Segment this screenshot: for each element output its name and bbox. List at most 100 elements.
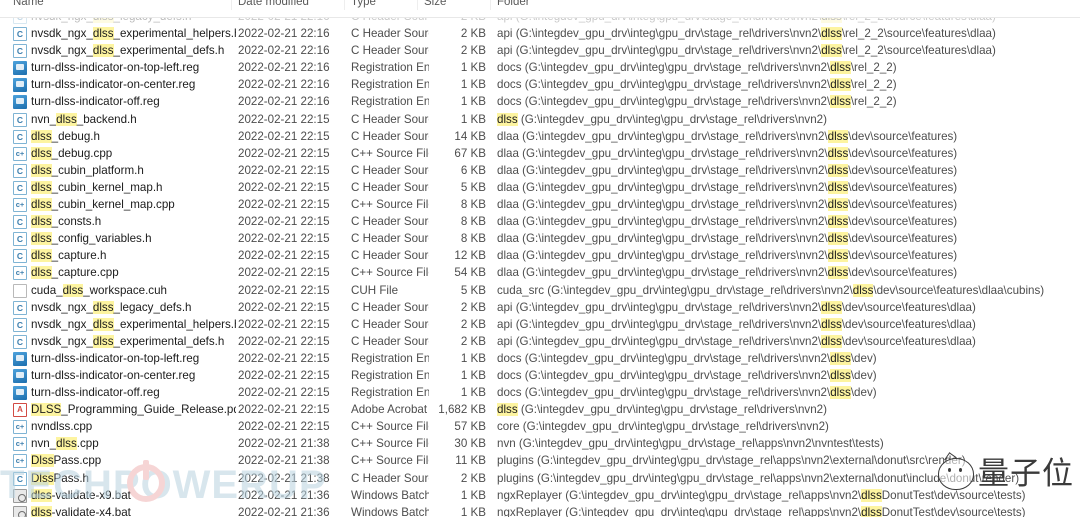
file-name-cell[interactable]: dlss_capture.h xyxy=(31,247,106,264)
file-row[interactable]: turn-dlss-indicator-on-top-left.reg 2022-… xyxy=(0,350,1080,367)
file-name-cell[interactable]: DlssPass.h xyxy=(31,470,89,487)
match-highlight: dlss xyxy=(827,249,849,263)
file-row[interactable]: c+ dlss_debug.cpp 2022-02-21 22:15 C++ Sour… xyxy=(0,145,1080,162)
file-size-cell: 1 KB xyxy=(460,78,486,92)
text-run: _workspace.cuh xyxy=(83,283,167,297)
file-row[interactable]: Cdlss_capture.h 2022-02-21 22:15 C Header … xyxy=(0,247,1080,264)
column-header-type[interactable]: Type xyxy=(351,0,376,8)
file-row[interactable]: Cdlss_cubin_platform.h 2022-02-21 22:15 C … xyxy=(0,162,1080,179)
file-name-cell[interactable]: turn-dlss-indicator-on-top-left.reg xyxy=(31,59,199,76)
text-run: \dev\source\features) xyxy=(848,180,958,194)
file-name-cell[interactable]: turn-dlss-indicator-on-center.reg xyxy=(31,76,195,93)
file-type-cell: Windows Batch File xyxy=(351,505,429,517)
file-row[interactable]: turn-dlss-indicator-on-center.reg 2022-02… xyxy=(0,367,1080,384)
file-name-cell[interactable]: nvsdk_ngx_dlss_legacy_defs.h xyxy=(31,299,192,316)
column-header-folder[interactable]: Folder xyxy=(497,0,530,8)
file-row[interactable]: Cnvsdk_ngx_dlss_experimental_helpers.h 20… xyxy=(0,316,1080,333)
column-header-size[interactable]: Size xyxy=(424,0,446,8)
file-row[interactable]: c+ nvndlss.cpp 2022-02-21 22:15 C++ Source … xyxy=(0,418,1080,435)
file-folder-cell: cuda_src (G:\integdev_gpu_drv\integ\gpu_… xyxy=(497,282,1044,299)
c-header-file-icon: C xyxy=(13,112,27,127)
file-folder-cell: ngxReplayer (G:\integdev_gpu_drv\integ\g… xyxy=(497,504,1025,517)
file-name-cell[interactable]: nvsdk_ngx_dlss_experimental_helpers.h xyxy=(31,316,236,333)
file-row[interactable]: Cdlss_debug.h 2022-02-21 22:15 C Header So… xyxy=(0,128,1080,145)
text-run: Pass.cpp xyxy=(53,454,102,468)
file-name-cell[interactable]: dlss_cubin_platform.h xyxy=(31,162,144,179)
file-row[interactable]: c+ dlss_capture.cpp 2022-02-21 22:15 C++ So… xyxy=(0,264,1080,281)
text-run: nvn_ xyxy=(31,112,57,126)
file-row[interactable]: c+ dlss_cubin_kernel_map.cpp 2022-02-21 22… xyxy=(0,196,1080,213)
file-row[interactable]: Cnvsdk_ngx_dlss_legacy_defs.h2022-02-21 … xyxy=(0,299,1080,316)
file-name-cell[interactable]: dlss_cubin_kernel_map.h xyxy=(31,179,163,196)
file-row[interactable]: Cnvn_dlss_backend.h 2022-02-21 22:15 C Hea… xyxy=(0,111,1080,128)
file-name-cell[interactable]: nvndlss.cpp xyxy=(31,418,92,435)
text-run: _experimental_helpers.h xyxy=(113,317,237,331)
column-header-bar: Name Date modified Type Size Folder xyxy=(0,0,1080,18)
file-row[interactable]: Cnvsdk_ngx_dlss_experimental_defs.h 2022-… xyxy=(0,42,1080,59)
match-highlight: dlss xyxy=(830,78,851,92)
file-row[interactable]: turn-dlss-indicator-off.reg 2022-02-21 22… xyxy=(0,93,1080,110)
text-run: \dev\source\features) xyxy=(848,198,958,212)
file-folder-cell: dlaa (G:\integdev_gpu_drv\integ\gpu_drv\… xyxy=(497,145,957,162)
registry-file-icon xyxy=(13,61,27,76)
file-name-cell[interactable]: turn-dlss-indicator-off.reg xyxy=(31,93,160,110)
file-row[interactable]: dlss-validate-x9.bat 2022-02-21 21:36 Wind… xyxy=(0,487,1080,504)
file-name-cell[interactable]: turn-dlss-indicator-off.reg xyxy=(31,384,160,401)
file-name-cell[interactable]: dlss-validate-x4.bat xyxy=(31,504,131,517)
file-row[interactable]: Cnvsdk_ngx_dlss_experimental_defs.h 2022-… xyxy=(0,333,1080,350)
file-name-cell[interactable]: nvn_dlss.cpp xyxy=(31,435,99,452)
file-row[interactable]: turn-dlss-indicator-off.reg 2022-02-21 22… xyxy=(0,384,1080,401)
file-name-cell[interactable]: nvsdk_ngx_dlss_experimental_defs.h xyxy=(31,333,224,350)
file-name-cell[interactable]: DlssPass.cpp xyxy=(31,452,101,469)
file-row[interactable]: turn-dlss-indicator-on-top-left.reg 2022-… xyxy=(0,59,1080,76)
file-name-cell[interactable]: dlss_cubin_kernel_map.cpp xyxy=(31,196,175,213)
file-row[interactable]: A DLSS_Programming_Guide_Release.pdf 2022-… xyxy=(0,401,1080,418)
file-row[interactable]: Cdlss_consts.h 2022-02-21 22:15 C Header S… xyxy=(0,213,1080,230)
text-run: \dev\source\features) xyxy=(848,129,958,143)
text-run: \dev\source\features\dlaa) xyxy=(841,334,976,348)
file-row[interactable]: Cnvsdk_ngx_dlss_experimental_helpers.h 20… xyxy=(0,25,1080,42)
file-name-cell[interactable]: DLSS_Programming_Guide_Release.pdf xyxy=(31,401,236,418)
file-name-cell[interactable]: nvn_dlss_backend.h xyxy=(31,111,137,128)
file-name-cell[interactable]: dlss-validate-x9.bat xyxy=(31,487,131,504)
file-row[interactable]: dlss-validate-x4.bat 2022-02-21 21:36 Wind… xyxy=(0,504,1080,517)
match-highlight: dlss xyxy=(31,232,52,246)
match-highlight: dlss xyxy=(56,112,77,126)
file-date-modified-cell: 2022-02-21 22:15 xyxy=(238,198,330,212)
file-name-cell[interactable]: dlss_config_variables.h xyxy=(31,230,152,247)
column-header-date-modified[interactable]: Date modified xyxy=(238,0,309,8)
file-type-cell: C Header Source F... xyxy=(351,112,429,126)
file-folder-cell: api (G:\integdev_gpu_drv\integ\gpu_drv\s… xyxy=(497,333,976,350)
file-name-cell[interactable]: dlss_capture.cpp xyxy=(31,264,119,281)
column-divider[interactable] xyxy=(231,0,232,10)
file-row[interactable]: Cdlss_cubin_kernel_map.h 2022-02-21 22:15… xyxy=(0,179,1080,196)
text-run: nvn_ xyxy=(31,437,57,451)
file-name-cell[interactable]: nvsdk_ngx_dlss_experimental_helpers.h xyxy=(31,25,236,42)
file-row[interactable]: C DlssPass.h 2022-02-21 21:38 C Header Sour… xyxy=(0,470,1080,487)
text-run: api (G:\integdev_gpu_drv\integ\gpu_drv\s… xyxy=(497,44,822,58)
text-run: plugins (G:\integdev_gpu_drv\integ\gpu_d… xyxy=(497,454,966,468)
column-divider[interactable] xyxy=(417,0,418,10)
file-name-cell[interactable]: cuda_dlss_workspace.cuh xyxy=(31,282,167,299)
text-run: .cpp xyxy=(76,437,99,451)
file-name-cell[interactable]: dlss_consts.h xyxy=(31,213,101,230)
column-divider[interactable] xyxy=(344,0,345,10)
search-results-list[interactable]: Cnvsdk_ngx_dlss_legacy_defs.h 2022-02-21 … xyxy=(0,8,1080,517)
file-row[interactable]: Cdlss_config_variables.h 2022-02-21 22:15… xyxy=(0,230,1080,247)
file-row[interactable]: turn-dlss-indicator-on-center.reg 2022-02… xyxy=(0,76,1080,93)
file-name-cell[interactable]: dlss_debug.cpp xyxy=(31,145,112,162)
file-row[interactable]: cuda_dlss_workspace.cuh 2022-02-21 22:15 C… xyxy=(0,282,1080,299)
file-name-cell[interactable]: turn-dlss-indicator-on-top-left.reg xyxy=(31,350,199,367)
column-divider[interactable] xyxy=(490,0,491,10)
file-type-cell: C Header Source F... xyxy=(351,249,429,263)
file-name-cell[interactable]: dlss_debug.h xyxy=(31,128,100,145)
column-header-name[interactable]: Name xyxy=(13,0,44,8)
file-name-cell[interactable]: turn-dlss-indicator-on-center.reg xyxy=(31,367,195,384)
file-type-cell: C Header Source F... xyxy=(351,27,429,41)
file-name-cell[interactable]: nvsdk_ngx_dlss_experimental_defs.h xyxy=(31,42,224,59)
file-row[interactable]: c+ DlssPass.cpp 2022-02-21 21:38 C++ Source… xyxy=(0,452,1080,469)
file-date-modified-cell: 2022-02-21 21:36 xyxy=(238,505,330,517)
match-highlight: dlss xyxy=(830,95,851,109)
c-header-file-icon: C xyxy=(13,300,27,315)
file-row[interactable]: c+ nvn_dlss.cpp 2022-02-21 21:38 C++ Source… xyxy=(0,435,1080,452)
